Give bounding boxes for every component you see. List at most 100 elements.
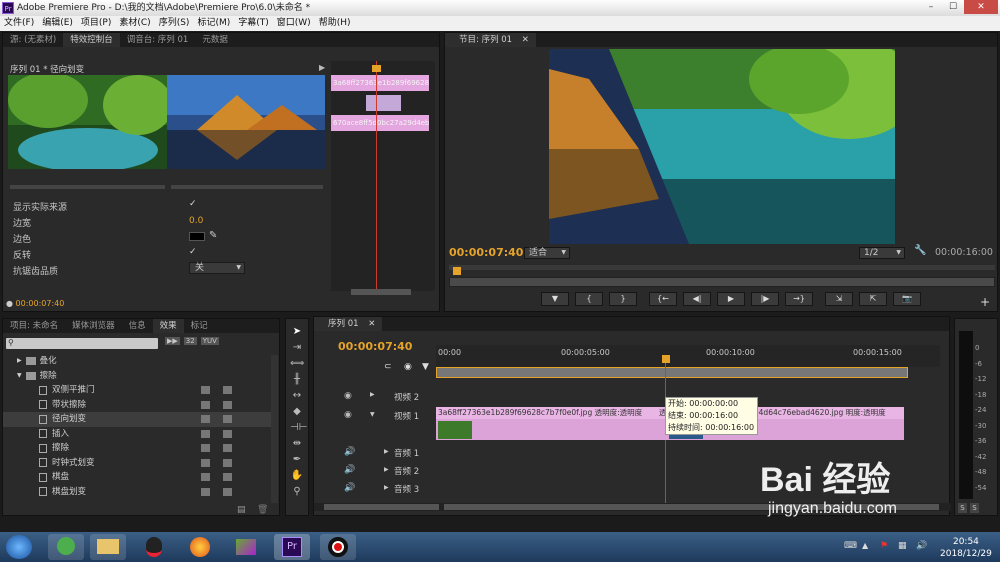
- taskbar-app-premiere[interactable]: Pr: [274, 534, 310, 560]
- minimize-button[interactable]: –: [920, 0, 942, 14]
- tray-arrow-icon[interactable]: ▲: [862, 541, 868, 550]
- fit-select[interactable]: 适合 ▼: [524, 247, 570, 259]
- chevron-right-icon[interactable]: ▶: [370, 391, 375, 398]
- effects-scrollbar[interactable]: [271, 355, 278, 503]
- menu-help[interactable]: 帮助(H): [315, 16, 355, 31]
- timeline-timecode[interactable]: 00:00:07:40: [338, 340, 412, 353]
- chevron-right-icon[interactable]: ▶: [384, 466, 389, 473]
- program-timecode[interactable]: 00:00:07:40: [449, 246, 523, 259]
- menu-sequence[interactable]: 序列(S): [155, 16, 194, 31]
- timeline-ruler[interactable]: 00:00 00:00:05:00 00:00:10:00 00:00:15:0…: [436, 345, 940, 367]
- taskbar-app-firefox[interactable]: [182, 534, 218, 560]
- hand-tool-icon[interactable]: ✋: [290, 469, 304, 483]
- maximize-button[interactable]: ☐: [942, 0, 964, 14]
- program-time-ruler[interactable]: [449, 265, 995, 270]
- clip-video1-a[interactable]: 3a68ff27363e1b289f69628c7b7f0e0f.jpg 透明度…: [436, 407, 668, 440]
- ec-scrollbar[interactable]: [351, 289, 411, 295]
- track-select-tool-icon[interactable]: ⇥: [290, 341, 304, 355]
- add-marker-icon[interactable]: ◉: [404, 362, 412, 372]
- speaker-icon[interactable]: 🔊: [344, 447, 355, 457]
- eye-icon[interactable]: ◉: [344, 391, 352, 401]
- speaker-icon[interactable]: 🔊: [344, 483, 355, 493]
- reverse-checkbox[interactable]: ✓: [189, 247, 197, 257]
- ec-timecode-value[interactable]: 00:00:07:40: [16, 299, 65, 308]
- show-source-checkbox[interactable]: ✓: [189, 199, 197, 209]
- chevron-right-icon[interactable]: ▶: [384, 448, 389, 455]
- close-button[interactable]: ✕: [964, 0, 998, 14]
- link-icon[interactable]: ▼: [422, 362, 429, 372]
- add-marker-button[interactable]: ▼: [541, 292, 569, 306]
- effect-item[interactable]: 棋盘划变: [3, 485, 271, 500]
- eye-icon[interactable]: ◉: [344, 410, 352, 420]
- eyedropper-icon[interactable]: ✎: [209, 230, 217, 241]
- volume-icon[interactable]: 🔊: [916, 541, 927, 551]
- slide-tool-icon[interactable]: ⇹: [290, 437, 304, 451]
- step-back-button[interactable]: ◀|: [683, 292, 711, 306]
- program-scrollbar[interactable]: [449, 277, 995, 287]
- tab-effects[interactable]: 效果: [152, 319, 184, 333]
- play-effect-icon[interactable]: ▶: [319, 63, 325, 72]
- keyboard-icon[interactable]: ⌨: [844, 541, 857, 551]
- mini-clip-a[interactable]: 3a68ff27363e1b289f69628: [331, 75, 429, 91]
- razor-tool-icon[interactable]: ◆: [290, 405, 304, 419]
- menu-clip[interactable]: 素材(C): [115, 16, 154, 31]
- antialias-select[interactable]: 关 ▼: [189, 262, 245, 274]
- work-area-bar[interactable]: [436, 367, 908, 378]
- ripple-edit-tool-icon[interactable]: ⟺: [290, 357, 304, 371]
- tab-audio-mixer[interactable]: 调音台: 序列 01: [120, 33, 196, 47]
- effect-item[interactable]: 棋盘: [3, 470, 271, 485]
- go-to-in-button[interactable]: {←: [649, 292, 677, 306]
- taskbar-app-explorer[interactable]: [90, 534, 126, 560]
- yuv-badge[interactable]: YUV: [200, 337, 219, 345]
- mini-clip-b[interactable]: 670ace8ff5d0bc27a29d4eb: [331, 115, 429, 131]
- taskbar-app-recorder[interactable]: [320, 534, 356, 560]
- zoom-tool-icon[interactable]: ⚲: [290, 485, 304, 499]
- 32bit-badge[interactable]: 32: [183, 337, 197, 345]
- tab-effect-controls[interactable]: 特效控制台: [63, 33, 120, 47]
- tab-project[interactable]: 项目: 未命名: [3, 319, 65, 333]
- effect-item[interactable]: 双侧平推门: [3, 383, 271, 398]
- slip-tool-icon[interactable]: ⊣⊢: [290, 421, 307, 435]
- rate-stretch-tool-icon[interactable]: ↔: [290, 389, 304, 403]
- effect-item[interactable]: 带状擦除: [3, 398, 271, 413]
- play-button[interactable]: ▶: [717, 292, 745, 306]
- border-color-swatch[interactable]: [189, 232, 205, 241]
- effect-item[interactable]: 插入: [3, 427, 271, 442]
- tab-markers[interactable]: 标记: [184, 319, 215, 333]
- mark-in-button[interactable]: {: [575, 292, 603, 306]
- program-playhead[interactable]: [453, 267, 461, 275]
- tab-source[interactable]: 源: (无素材): [3, 33, 63, 47]
- selection-tool-icon[interactable]: ➤: [290, 325, 304, 339]
- mini-transition[interactable]: [366, 95, 401, 111]
- effect-item-selected[interactable]: 径向划变: [3, 412, 271, 427]
- menu-marker[interactable]: 标记(M): [193, 16, 234, 31]
- menu-title[interactable]: 字幕(T): [234, 16, 273, 31]
- rolling-edit-tool-icon[interactable]: ╫: [290, 373, 304, 387]
- effects-search-input[interactable]: ⚲: [6, 338, 158, 349]
- ec-playhead[interactable]: [376, 61, 377, 291]
- step-forward-button[interactable]: |▶: [751, 292, 779, 306]
- menu-project[interactable]: 项目(P): [77, 16, 115, 31]
- ec-playhead-marker[interactable]: [372, 65, 381, 72]
- security-icon[interactable]: ⚑: [880, 541, 888, 551]
- solo-left-button[interactable]: S: [958, 503, 967, 513]
- pen-tool-icon[interactable]: ✒: [290, 453, 304, 467]
- border-width-value[interactable]: 0.0: [189, 216, 203, 226]
- mark-out-button[interactable]: }: [609, 292, 637, 306]
- timeline-playhead-marker[interactable]: [662, 355, 670, 363]
- tab-sequence[interactable]: 序列 01 ✕: [314, 317, 383, 331]
- network-icon[interactable]: ▦: [898, 541, 907, 551]
- quality-select[interactable]: 1/2 ▼: [859, 247, 905, 259]
- go-to-out-button[interactable]: →}: [785, 292, 813, 306]
- tree-folder-wipe[interactable]: ▼ 擦除: [3, 369, 271, 384]
- tree-folder-dissolve[interactable]: ▶ 叠化: [3, 354, 271, 369]
- chevron-down-icon[interactable]: ▼: [370, 411, 375, 418]
- solo-right-button[interactable]: S: [970, 503, 979, 513]
- new-folder-icon[interactable]: ▤: [237, 505, 246, 515]
- taskbar-app-qq[interactable]: [136, 534, 172, 560]
- thumb-b-slider[interactable]: [171, 185, 323, 189]
- taskbar-app-media[interactable]: [228, 534, 264, 560]
- thumb-a-slider[interactable]: [10, 185, 165, 189]
- chevron-right-icon[interactable]: ▶: [384, 484, 389, 491]
- extract-button[interactable]: ⇱: [859, 292, 887, 306]
